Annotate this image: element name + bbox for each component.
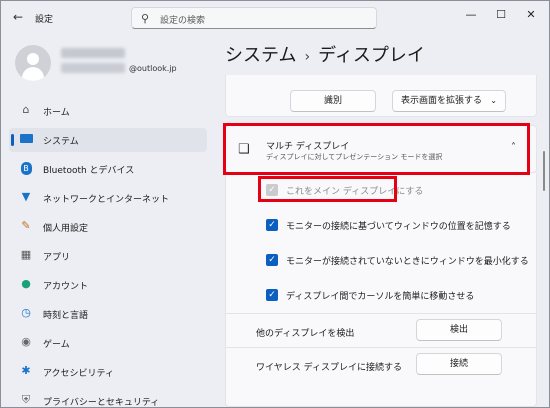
remember-window-label: モニターの接続に基づいてウィンドウの位置を記憶する — [286, 222, 511, 232]
globe-clock-icon: ◷ — [21, 306, 31, 319]
divider — [226, 313, 536, 314]
sidebar-item-accessibility[interactable]: ✱ アクセシビリティ — [9, 360, 207, 384]
apps-icon: ▦ — [20, 248, 32, 261]
breadcrumb-parent[interactable]: システム — [225, 45, 296, 66]
title-bar: ← 設定 ⚲ 設定の検索 — ☐ ✕ — [1, 1, 549, 35]
sidebar-item-label: アクセシビリティ — [43, 369, 115, 379]
divider — [226, 347, 536, 348]
search-box[interactable]: ⚲ 設定の検索 — [131, 7, 377, 29]
sidebar-item-home[interactable]: ⌂ ホーム — [9, 99, 207, 123]
home-icon: ⌂ — [22, 103, 30, 116]
detect-label: 他のディスプレイを検出 — [256, 329, 355, 339]
avatar-body — [22, 67, 44, 81]
detect-button[interactable]: 検出 — [416, 319, 502, 341]
sidebar-item-network[interactable]: ▼ ネットワークとインターネット — [9, 186, 207, 210]
profile-email: @outlook.jp — [129, 64, 177, 73]
highlight-box-multi-display — [223, 123, 530, 175]
sidebar-item-label: ホーム — [43, 108, 70, 118]
minimize-window-checkbox[interactable]: ✓ — [266, 254, 278, 266]
sidebar-item-label: Bluetooth とデバイス — [43, 166, 135, 176]
back-arrow-icon[interactable]: ← — [13, 10, 27, 24]
system-icon — [19, 132, 33, 146]
gamepad-icon: ◉ — [21, 335, 31, 348]
profile-email-blurred — [61, 63, 125, 73]
sidebar-item-gaming[interactable]: ◉ ゲーム — [9, 331, 207, 355]
sidebar-item-time-language[interactable]: ◷ 時刻と言語 — [9, 302, 207, 326]
app-title: 設定 — [35, 15, 54, 25]
chevron-down-icon: ⌄ — [490, 96, 497, 105]
sidebar-item-label: システム — [43, 137, 79, 147]
move-cursor-label: ディスプレイ間でカーソルを簡単に移動させる — [286, 292, 475, 302]
multi-display-options: ✓ これをメイン ディスプレイにする ✓ モニターの接続に基づいてウィンドウの位… — [225, 173, 537, 407]
wireless-label: ワイヤレス ディスプレイに接続する — [256, 363, 402, 373]
identify-button[interactable]: 識別 — [290, 90, 376, 112]
accessibility-icon: ✱ — [21, 364, 31, 377]
maximize-icon[interactable]: ☐ — [491, 7, 511, 23]
avatar-head — [27, 53, 39, 65]
display-arrangement-card: 識別 表示画面を拡張する ⌄ — [225, 75, 537, 117]
breadcrumb-separator: › — [304, 49, 311, 65]
sidebar-item-system[interactable]: システム — [9, 128, 207, 152]
sidebar-item-label: 時刻と言語 — [43, 311, 89, 321]
brush-icon: ✎ — [21, 219, 31, 232]
wifi-icon: ▼ — [21, 190, 31, 203]
profile-name-blurred — [61, 48, 125, 58]
minimize-icon[interactable]: — — [461, 7, 481, 23]
sidebar-item-label: プライバシーとセキュリティ — [43, 398, 160, 408]
sidebar-item-label: 個人用設定 — [43, 224, 89, 234]
breadcrumb: システム › ディスプレイ — [225, 41, 425, 67]
page-title: ディスプレイ — [318, 45, 425, 66]
sidebar-item-bluetooth[interactable]: B Bluetooth とデバイス — [9, 157, 207, 181]
sidebar-item-accounts[interactable]: ● アカウント — [9, 273, 207, 297]
sidebar-item-apps[interactable]: ▦ アプリ — [9, 244, 207, 268]
minimize-window-label: モニターが接続されていないときにウィンドウを最小化する — [286, 257, 529, 267]
search-icon: ⚲ — [141, 12, 150, 25]
avatar[interactable] — [15, 45, 51, 81]
move-cursor-checkbox[interactable]: ✓ — [266, 289, 278, 301]
account-icon: ● — [21, 277, 31, 290]
extend-display-value: 表示画面を拡張する — [401, 96, 483, 106]
sidebar-item-label: ゲーム — [43, 340, 70, 350]
shield-icon: ⛨ — [21, 393, 31, 406]
sidebar-item-label: アカウント — [43, 282, 89, 292]
settings-window: ← 設定 ⚲ 設定の検索 — ☐ ✕ @outlook.jp ⌂ ホーム システ… — [0, 0, 550, 408]
sidebar-nav: ⌂ ホーム システム B Bluetooth とデバイス ▼ ネットワークとイン… — [9, 99, 207, 408]
sidebar-item-label: ネットワークとインターネット — [43, 195, 170, 205]
bluetooth-icon: B — [19, 161, 33, 175]
sidebar-item-label: アプリ — [43, 253, 71, 263]
scrollbar[interactable] — [543, 151, 545, 191]
highlight-box-main-display — [258, 176, 397, 202]
search-placeholder: 設定の検索 — [160, 16, 206, 26]
sidebar-item-personalization[interactable]: ✎ 個人用設定 — [9, 215, 207, 239]
connect-button[interactable]: 接続 — [416, 353, 502, 375]
remember-window-checkbox[interactable]: ✓ — [266, 219, 278, 231]
extend-display-dropdown[interactable]: 表示画面を拡張する ⌄ — [392, 90, 506, 112]
sidebar-item-privacy[interactable]: ⛨ プライバシーとセキュリティ — [9, 389, 207, 408]
close-icon[interactable]: ✕ — [521, 7, 541, 23]
